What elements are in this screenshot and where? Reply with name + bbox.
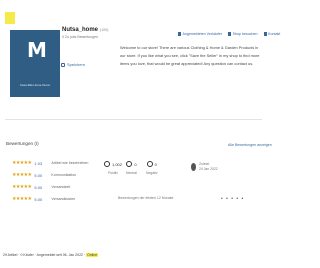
rating-row: ★★★★★ 5.00 Versandkosten bbox=[12, 196, 75, 202]
stat-label: Neutral bbox=[126, 171, 137, 175]
heart-icon bbox=[61, 62, 65, 67]
stat-positive[interactable]: 1,002 Positiv bbox=[104, 161, 122, 175]
shop-subtitle: 0 Zu jobs Bewertungen bbox=[62, 35, 98, 39]
footer-status: 29 Artikel · 0 Käufer · Angemeldet seit … bbox=[3, 253, 99, 257]
link-label: Shop besuchen bbox=[232, 32, 258, 36]
positive-icon bbox=[104, 161, 110, 167]
link-label: Kontakt bbox=[268, 32, 281, 36]
stat-label: Positiv bbox=[108, 171, 118, 175]
accent-strip bbox=[5, 12, 15, 24]
link-visit-shop[interactable]: Shop besuchen bbox=[228, 32, 258, 36]
stat-value: 0 bbox=[134, 161, 137, 167]
rating-count[interactable]: 1.03 bbox=[34, 161, 48, 166]
feedback-title: Bewertungen (I) bbox=[6, 141, 39, 146]
stat-neutral[interactable]: 0 Neutral bbox=[126, 161, 137, 175]
top-links: Angemeldeten Verkäufer Shop besuchen Kon… bbox=[178, 32, 280, 36]
logo-text: Casa Ella Home Decor bbox=[19, 83, 51, 87]
logo-mark: M bbox=[27, 38, 47, 62]
shop-feedback-count: (100) bbox=[100, 28, 109, 32]
rating-count[interactable]: 5.00 bbox=[34, 185, 48, 190]
stat-negative[interactable]: 0 Negativ bbox=[146, 161, 158, 175]
last-date: 24 Jan 2022 bbox=[199, 167, 218, 171]
stat-value: 1,002 bbox=[112, 161, 123, 167]
link-label: Angemeldeten Verkäufer bbox=[182, 32, 223, 36]
stars-icon: ★★★★★ bbox=[12, 184, 32, 190]
shop-name-text[interactable]: Nutsa_home bbox=[62, 27, 98, 33]
stat-label: Negativ bbox=[146, 171, 158, 175]
stars-icon: ★★★★★ bbox=[12, 160, 32, 166]
period-note[interactable]: Bewertungen der letzten 12 Monate bbox=[118, 196, 173, 200]
rating-row: ★★★★★ 5.00 Kommunikation bbox=[12, 172, 76, 178]
mail-icon bbox=[263, 32, 267, 36]
link-registered-seller[interactable]: Angemeldeten Verkäufer bbox=[178, 32, 222, 36]
negative-icon bbox=[146, 161, 153, 167]
shop-icon bbox=[228, 32, 232, 36]
shop-name[interactable]: Nutsa_home (100) bbox=[62, 27, 108, 33]
store-logo[interactable]: M Casa Ella Home Decor bbox=[10, 30, 60, 97]
clock-icon bbox=[191, 163, 196, 171]
stars-icon: ★★★★★ bbox=[12, 196, 32, 202]
rating-row: ★★★★★ 5.00 Versandzeit bbox=[12, 184, 70, 190]
rating-label: Versandzeit bbox=[51, 185, 71, 189]
pagination-dots[interactable]: • • • • • bbox=[221, 196, 244, 202]
rating-label: Artikel wie beschrieben bbox=[51, 161, 89, 165]
rating-count[interactable]: 5.00 bbox=[34, 173, 48, 178]
rating-label: Versandkosten bbox=[51, 197, 76, 201]
link-contact[interactable]: Kontakt bbox=[263, 32, 281, 36]
stars-icon: ★★★★★ bbox=[12, 172, 32, 178]
seller-page: M Casa Ella Home Decor Nutsa_home (100) 0… bbox=[0, 0, 280, 268]
last-feedback: Zuletzt 24 Jan 2022 bbox=[191, 162, 218, 172]
welcome-text: Welcome to our store! There are various … bbox=[120, 45, 260, 66]
all-feedback-link[interactable]: Alle Bewertungen anzeigen bbox=[228, 143, 272, 147]
neutral-icon bbox=[126, 161, 133, 167]
badge-icon bbox=[178, 32, 181, 36]
save-seller-button[interactable]: Speichern bbox=[61, 62, 85, 67]
rating-row: ★★★★★ 1.03 Artikel wie beschrieben bbox=[12, 160, 88, 166]
section-divider bbox=[5, 119, 262, 120]
rating-label: Kommunikation bbox=[51, 173, 77, 177]
rating-count[interactable]: 5.00 bbox=[34, 197, 48, 202]
online-status-badge: Online bbox=[86, 253, 99, 257]
stat-value: 0 bbox=[154, 161, 157, 167]
save-seller-label: Speichern bbox=[67, 62, 86, 67]
footer-text: 29 Artikel · 0 Käufer · Angemeldet seit … bbox=[3, 253, 86, 257]
